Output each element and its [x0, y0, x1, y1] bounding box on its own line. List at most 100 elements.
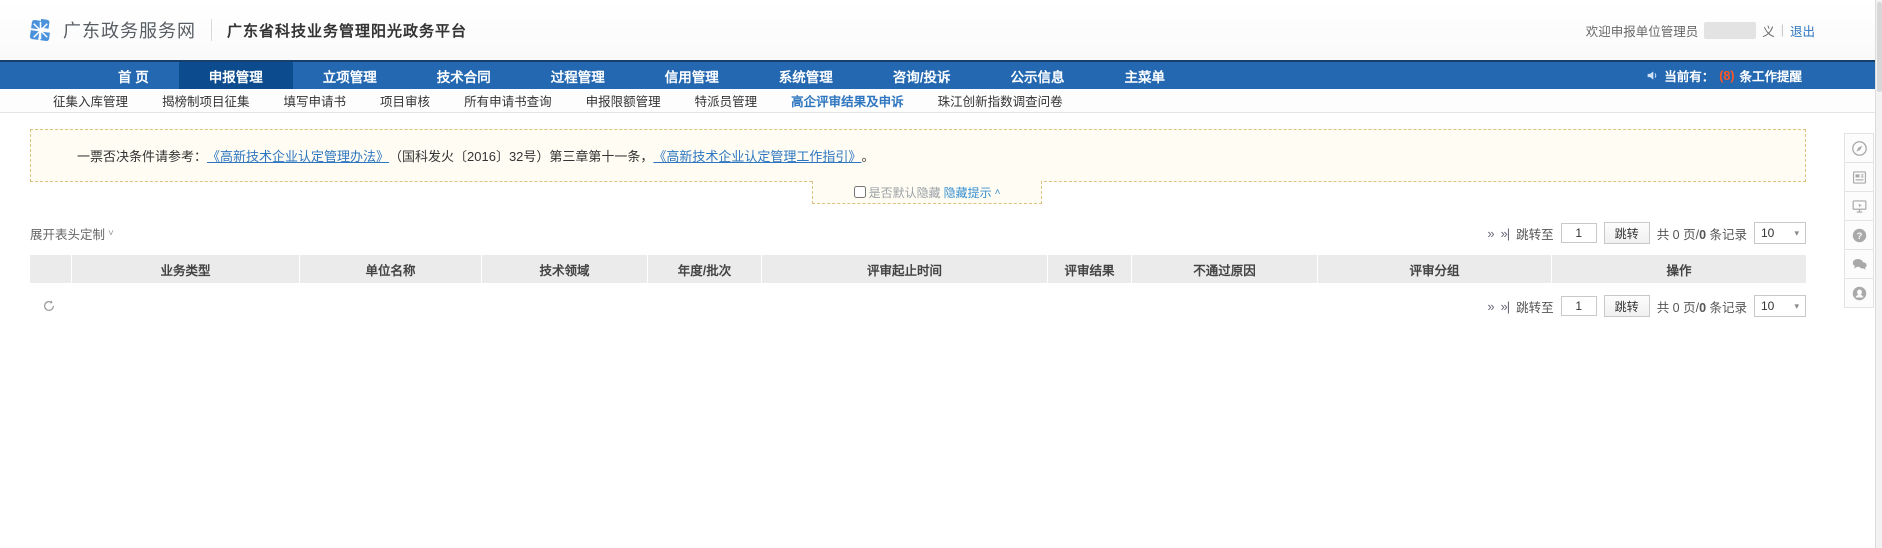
table-footer-row: » »| 跳转至 跳转 共 0 页/0 条记录 10 ▾: [30, 295, 1806, 317]
subnav-item-label: 项目审核: [380, 95, 430, 109]
subnav-item[interactable]: 珠江创新指数调查问卷: [921, 91, 1080, 110]
header-user-area: 欢迎申报单位管理员 义 | 退出: [1586, 21, 1882, 40]
page-size-select[interactable]: 10 ▾: [1754, 222, 1806, 244]
nav-item[interactable]: 系统管理: [749, 62, 863, 89]
speaker-icon: [1646, 69, 1659, 82]
default-hide-label: 是否默认隐藏: [869, 184, 941, 201]
page-number-input[interactable]: [1561, 296, 1597, 316]
chevron-down-icon: ▾: [1794, 228, 1799, 239]
total-pages-text: 共 0 页/0 条记录: [1657, 297, 1747, 316]
page-size-select[interactable]: 10 ▾: [1754, 295, 1806, 317]
notice-text-middle: （国科发火〔2016〕32号）第三章第十一条，: [389, 146, 653, 165]
table-column-header: 技术领域: [482, 255, 648, 283]
vertical-scrollbar[interactable]: [1875, 0, 1882, 548]
nav-item-label: 公示信息: [1011, 66, 1065, 86]
table-column-header: 评审结果: [1048, 255, 1132, 283]
notice-text-before: 一票否决条件请参考：: [77, 146, 207, 165]
pagination-bottom: » »| 跳转至 跳转 共 0 页/0 条记录 10 ▾: [1487, 295, 1806, 317]
results-table-header: 业务类型 单位名称 技术领域 年度/批次 评审起止时间 评审结果 不通过原因: [30, 255, 1806, 283]
column-label: 评审分组: [1409, 260, 1459, 279]
remote-desktop-icon[interactable]: [1844, 191, 1874, 221]
svg-text:?: ?: [1856, 231, 1862, 242]
last-page-icon[interactable]: »|: [1501, 226, 1510, 241]
nav-item[interactable]: 立项管理: [293, 62, 407, 89]
notice-text-after: 。: [861, 146, 874, 165]
gdzwfw-logo-icon: [27, 17, 54, 44]
jump-to-label: 跳转至: [1516, 224, 1554, 243]
subnav-item-label: 填写申请书: [284, 95, 347, 109]
next-pages-icon[interactable]: »: [1487, 299, 1493, 314]
refresh-icon[interactable]: [42, 299, 56, 313]
nav-item-label: 立项管理: [323, 66, 377, 86]
jump-button[interactable]: 跳转: [1604, 222, 1650, 244]
column-label: 评审起止时间: [867, 260, 942, 279]
table-toolbar-row: 展开表头定制 ˅ » »| 跳转至 跳转 共 0 页/0 条记录 10 ▾: [30, 222, 1806, 244]
nav-item[interactable]: 申报管理: [179, 62, 293, 89]
nav-item[interactable]: 过程管理: [521, 62, 635, 89]
expand-header-toggle[interactable]: 展开表头定制 ˅: [30, 224, 114, 243]
nav-item-label: 信用管理: [665, 66, 719, 86]
work-reminder[interactable]: 当前有：(8)条工作提醒: [1646, 62, 1882, 89]
main-nav-list: 首 页 申报管理 立项管理 技术合同 过程管理 信用管理 系统管理: [88, 62, 1195, 89]
compass-icon[interactable]: [1844, 133, 1874, 163]
page-number-input[interactable]: [1561, 223, 1597, 243]
sub-nav: 征集入库管理 揭榜制项目征集 填写申请书 项目审核 所有申请书查询 申报限额管理: [0, 89, 1882, 113]
subnav-item-label: 特派员管理: [695, 95, 758, 109]
table-column-header: 操作: [1552, 255, 1806, 283]
nav-item-label: 申报管理: [209, 66, 263, 86]
nav-item-label: 技术合同: [437, 66, 491, 86]
column-label: 操作: [1666, 260, 1691, 279]
subnav-item[interactable]: 征集入库管理: [36, 91, 145, 110]
record-count: 0: [1699, 301, 1706, 315]
nav-item[interactable]: 公示信息: [981, 62, 1095, 89]
help-icon[interactable]: ?: [1844, 220, 1874, 250]
record-count: 0: [1699, 228, 1706, 242]
side-toolbar: ?: [1844, 133, 1874, 307]
table-column-header: 不通过原因: [1132, 255, 1318, 283]
subnav-item[interactable]: 填写申请书: [267, 91, 364, 110]
last-page-icon[interactable]: »|: [1501, 299, 1510, 314]
subnav-item[interactable]: 所有申请书查询: [447, 91, 569, 110]
contact-icon[interactable]: [1844, 278, 1874, 308]
notice-link-guidelines[interactable]: 《高新技术企业认定管理工作指引》: [653, 146, 861, 165]
collapse-caret-icon: ˄: [995, 187, 1001, 198]
subnav-item[interactable]: 揭榜制项目征集: [145, 91, 267, 110]
nav-item[interactable]: 咨询/投诉: [863, 62, 981, 89]
notice-link-measures[interactable]: 《高新技术企业认定管理办法》: [207, 146, 389, 165]
subnav-item-label: 珠江创新指数调查问卷: [938, 95, 1063, 109]
subnav-item[interactable]: 申报限额管理: [569, 91, 678, 110]
subnav-item[interactable]: 特派员管理: [678, 91, 775, 110]
nav-item[interactable]: 主菜单: [1095, 62, 1196, 89]
page-size-value: 10: [1761, 226, 1774, 240]
news-icon[interactable]: [1844, 162, 1874, 192]
reminder-prefix: 当前有：: [1664, 66, 1714, 85]
nav-item[interactable]: 技术合同: [407, 62, 521, 89]
logout-link[interactable]: 退出: [1790, 21, 1815, 40]
pagination-top: » »| 跳转至 跳转 共 0 页/0 条记录 10 ▾: [1487, 222, 1806, 244]
nav-item[interactable]: 信用管理: [635, 62, 749, 89]
reminder-suffix: 条工作提醒: [1739, 66, 1802, 85]
next-pages-icon[interactable]: »: [1487, 226, 1493, 241]
table-column-header: [30, 255, 72, 283]
scrollbar-thumb[interactable]: [1877, 2, 1882, 92]
nav-item[interactable]: 首 页: [88, 62, 179, 89]
column-label: 不通过原因: [1193, 260, 1256, 279]
veto-notice-box: 一票否决条件请参考：《高新技术企业认定管理办法》（国科发火〔2016〕32号）第…: [30, 129, 1806, 182]
total-pages-text: 共 0 页/0 条记录: [1657, 224, 1747, 243]
page-header: 广东政务服务网 广东省科技业务管理阳光政务平台 欢迎申报单位管理员 义 | 退出: [0, 0, 1882, 60]
chat-icon[interactable]: [1844, 249, 1874, 279]
nav-item-label: 过程管理: [551, 66, 605, 86]
hide-notice-tab: 是否默认隐藏 隐藏提示 ˄: [812, 181, 1042, 204]
column-label: 业务类型: [160, 260, 210, 279]
subnav-item[interactable]: 项目审核: [363, 91, 447, 110]
table-column-header: 单位名称: [300, 255, 482, 283]
column-label: 评审结果: [1064, 260, 1114, 279]
subnav-item[interactable]: 高企评审结果及申诉: [774, 91, 921, 110]
main-nav: 首 页 申报管理 立项管理 技术合同 过程管理 信用管理 系统管理: [0, 60, 1882, 89]
jump-button[interactable]: 跳转: [1604, 295, 1650, 317]
table-column-header: 评审起止时间: [762, 255, 1048, 283]
user-name-suffix: 义: [1762, 21, 1775, 40]
hide-notice-link[interactable]: 隐藏提示: [944, 184, 992, 201]
default-hide-checkbox[interactable]: [854, 186, 866, 198]
header-divider: [211, 19, 212, 41]
